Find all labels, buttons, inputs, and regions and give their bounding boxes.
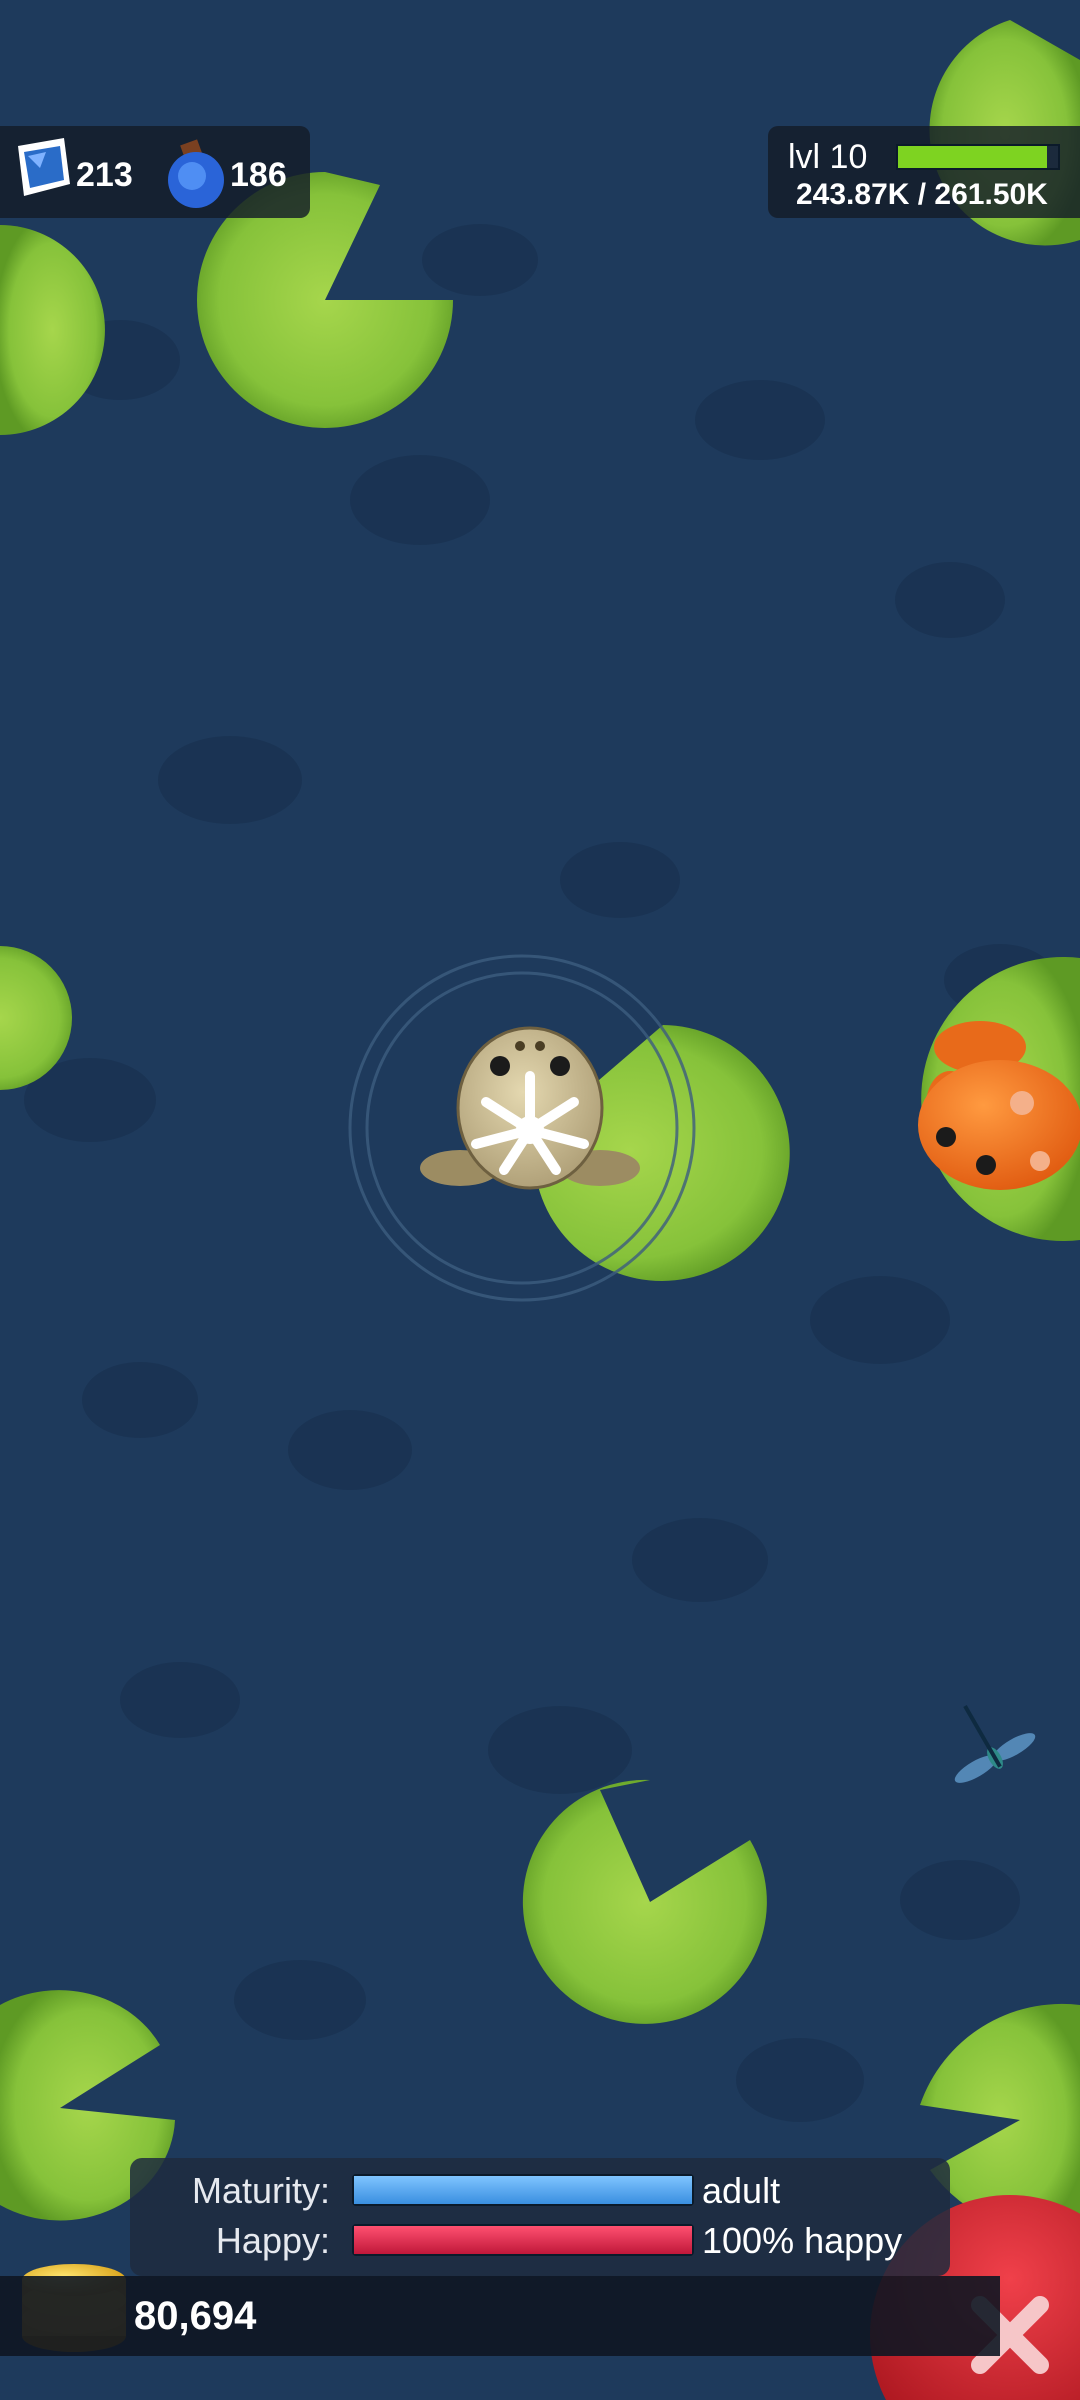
maturity-value: adult	[702, 2170, 781, 2211]
level-label: lvl 10	[788, 138, 868, 176]
maturity-bar-fill	[354, 2176, 692, 2204]
coin-panel: 80,694	[0, 2276, 1000, 2356]
xp-bar-fill	[898, 146, 1048, 168]
blue-gem-icon	[18, 138, 70, 196]
coin-count: 80,694	[134, 2294, 257, 2338]
xp-text: 243.87K / 261.50K	[796, 178, 1048, 211]
stats-panel: Maturity: adult Happy: 100% happy	[130, 2158, 950, 2276]
pond-scene	[0, 0, 1080, 2400]
xp-bar	[896, 144, 1060, 170]
happy-label: Happy:	[215, 2220, 330, 2261]
happy-value: 100% happy	[702, 2220, 903, 2261]
gem-count: 213	[76, 156, 133, 194]
happy-bar	[352, 2224, 694, 2256]
potion-count: 186	[230, 156, 287, 194]
potion-icon	[168, 139, 224, 208]
resources-panel: 213 186	[0, 126, 310, 218]
maturity-bar	[352, 2174, 694, 2206]
level-panel: lvl 10 243.87K / 261.50K	[768, 126, 1080, 218]
maturity-label: Maturity:	[191, 2170, 330, 2211]
close-button[interactable]	[890, 2200, 1080, 2400]
happy-bar-fill	[354, 2226, 692, 2254]
